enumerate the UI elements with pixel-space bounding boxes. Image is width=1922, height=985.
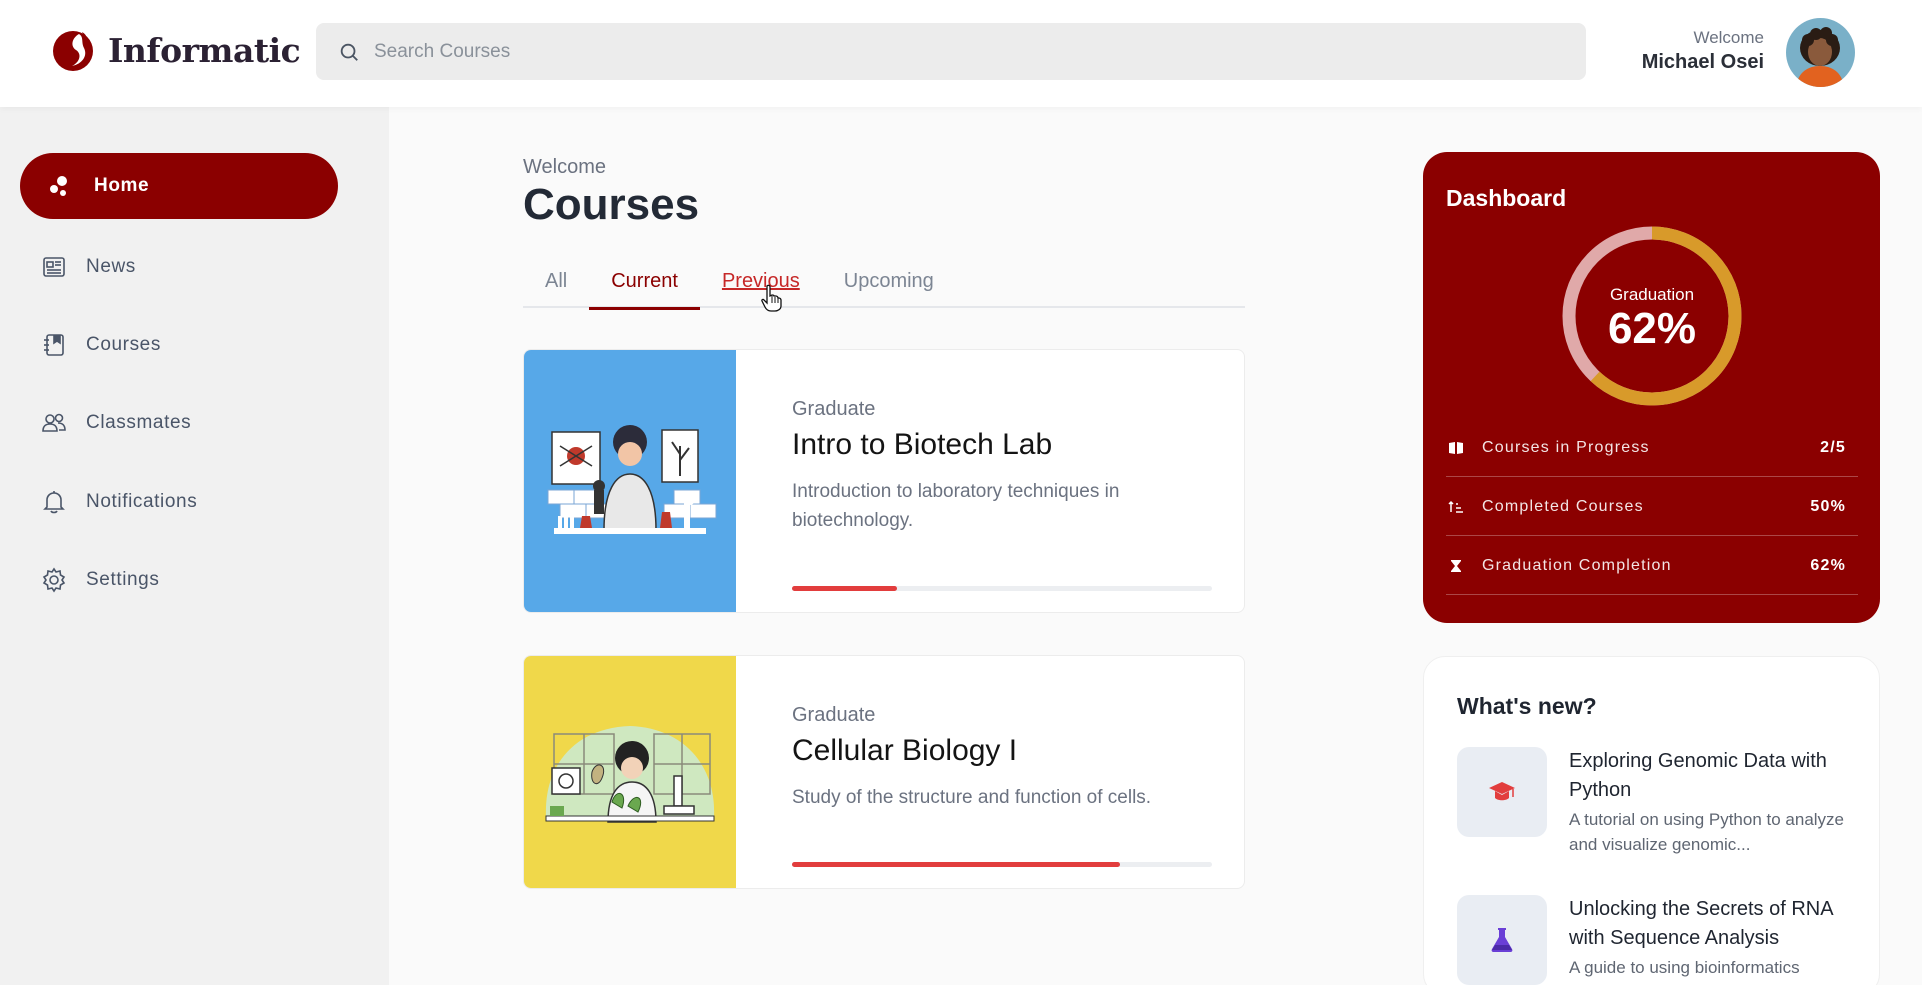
whats-new-panel: What's new? Exploring Genomic Data with …	[1423, 656, 1880, 985]
donut-label: Graduation	[1609, 285, 1695, 304]
user-welcome-text: Welcome	[1693, 28, 1764, 47]
news-item-title[interactable]: Unlocking the Secrets of RNA with Sequen…	[1569, 895, 1859, 953]
hand-pointer-cursor-icon	[761, 284, 782, 312]
newspaper-icon	[40, 253, 68, 281]
sidebar-item-classmates[interactable]: Classmates	[20, 390, 338, 456]
sidebar: Home News Courses Classmates Notificatio…	[0, 107, 389, 985]
news-item-title[interactable]: Exploring Genomic Data with Python	[1569, 747, 1859, 805]
tab-current[interactable]: Current	[589, 262, 700, 310]
search-input[interactable]	[374, 40, 1474, 63]
stat-courses-in-progress: Courses in Progress 2/5	[1446, 419, 1858, 477]
course-level: Graduate	[792, 704, 876, 726]
dashboard-title: Dashboard	[1446, 185, 1567, 211]
course-progress-bar	[792, 586, 1212, 591]
sidebar-item-settings[interactable]: Settings	[20, 547, 338, 613]
tab-all[interactable]: All	[523, 262, 589, 308]
graduation-cap-icon	[1489, 782, 1515, 801]
search-bar[interactable]	[316, 23, 1586, 80]
book-open-icon	[1446, 441, 1466, 455]
hourglass-icon	[1446, 559, 1466, 573]
flask-icon	[1491, 928, 1513, 952]
main-welcome-text: Welcome	[523, 156, 606, 178]
informatic-logo-icon	[53, 31, 93, 71]
sidebar-item-label: Classmates	[86, 412, 192, 433]
gear-icon	[40, 566, 68, 594]
people-icon	[40, 409, 68, 437]
news-item-body: A guide to using bioinformatics	[1569, 958, 1800, 977]
stat-graduation-completion: Graduation Completion 62%	[1446, 537, 1858, 595]
stat-completed-courses: Completed Courses 50%	[1446, 478, 1858, 536]
home-dots-icon	[46, 172, 74, 200]
news-item[interactable]: Exploring Genomic Data with Python A tut…	[1457, 747, 1857, 877]
page-title: Courses	[523, 180, 700, 229]
course-description: Introduction to laboratory techniques in…	[792, 481, 1120, 531]
sort-ascending-icon	[1446, 500, 1466, 514]
donut-value: 62%	[1607, 304, 1697, 353]
bell-icon	[40, 488, 68, 516]
sidebar-item-label: Courses	[86, 334, 161, 355]
avatar-image	[1786, 18, 1855, 87]
news-item[interactable]: Unlocking the Secrets of RNA with Sequen…	[1457, 895, 1857, 985]
sidebar-item-courses[interactable]: Courses	[20, 312, 338, 378]
search-icon	[340, 43, 358, 61]
sidebar-item-label: Home	[94, 175, 150, 196]
avatar[interactable]	[1786, 18, 1855, 87]
course-description: Study of the structure and function of c…	[792, 787, 1152, 808]
sidebar-item-home[interactable]: Home	[20, 153, 338, 219]
stat-label: Graduation Completion	[1482, 556, 1672, 574]
sidebar-item-label: News	[86, 256, 136, 277]
course-progress-fill	[792, 586, 897, 591]
course-card[interactable]: Graduate Cellular Biology I Study of the…	[523, 655, 1245, 889]
sidebar-item-label: Notifications	[86, 491, 198, 512]
course-image-cellular-biology	[524, 656, 736, 888]
sidebar-item-news[interactable]: News	[20, 234, 338, 300]
sidebar-item-label: Settings	[86, 569, 160, 590]
course-progress-fill	[792, 862, 1120, 867]
stat-value: 62%	[1810, 556, 1846, 574]
top-bar: Informatic Welcome Michael Osei	[0, 0, 1922, 107]
stat-label: Courses in Progress	[1482, 438, 1650, 456]
brand-name: Informatic	[108, 30, 301, 70]
user-name: Michael Osei	[1641, 51, 1764, 73]
stat-value: 2/5	[1820, 438, 1846, 456]
course-title[interactable]: Intro to Biotech Lab	[792, 428, 1052, 462]
news-thumbnail	[1457, 747, 1547, 837]
course-progress-bar	[792, 862, 1212, 867]
course-card[interactable]: Graduate Intro to Biotech Lab Introducti…	[523, 349, 1245, 613]
course-image-biotech-lab	[524, 350, 736, 612]
stat-value: 50%	[1810, 497, 1846, 515]
news-item-body: A tutorial on using Python to analyze an…	[1569, 810, 1845, 854]
tab-upcoming[interactable]: Upcoming	[822, 262, 956, 308]
dashboard-card: Dashboard Graduation 62% Courses in Prog…	[1423, 152, 1880, 623]
notebook-icon	[40, 331, 68, 359]
news-thumbnail	[1457, 895, 1547, 985]
course-tabs: All Current Previous Upcoming	[523, 262, 1245, 310]
course-level: Graduate	[792, 398, 876, 420]
sidebar-item-notifications[interactable]: Notifications	[20, 469, 338, 535]
course-title[interactable]: Cellular Biology I	[792, 734, 1017, 768]
stat-label: Completed Courses	[1482, 497, 1644, 515]
brand[interactable]: Informatic	[52, 28, 301, 72]
whats-new-title: What's new?	[1457, 693, 1597, 719]
